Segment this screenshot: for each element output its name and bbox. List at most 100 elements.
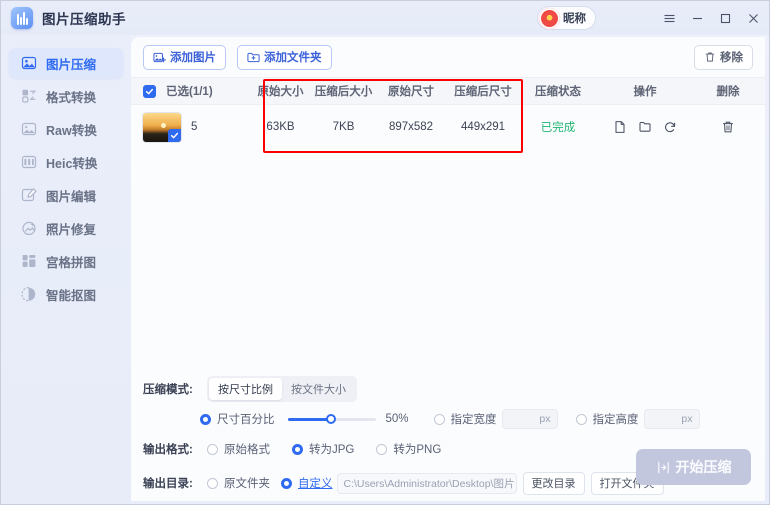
sidebar-item-grid-collage[interactable]: 宫格拼图 <box>9 246 123 276</box>
sidebar-item-label: 智能抠图 <box>46 288 97 303</box>
scale-percent-value: 50% <box>385 413 409 425</box>
sidebar-item-image-edit[interactable]: 图片编辑 <box>9 180 123 210</box>
header-selection: 已选(1/1) <box>131 83 249 99</box>
remove-button[interactable]: 移除 <box>694 44 753 70</box>
add-folder-label: 添加文件夹 <box>264 52 322 64</box>
close-icon[interactable] <box>739 3 767 33</box>
specify-height-label: 指定高度 <box>592 414 639 426</box>
remove-label: 移除 <box>720 52 743 64</box>
header-compressed-dimension: 压缩后尺寸 <box>454 86 512 98</box>
dir-custom-label[interactable]: 自定义 <box>298 475 333 491</box>
dir-original-label: 原文件夹 <box>224 478 270 490</box>
compression-mode-label: 压缩模式: <box>143 384 193 396</box>
user-avatar-icon <box>541 9 558 27</box>
sidebar-item-label: 图片编辑 <box>46 189 97 204</box>
selection-count-label: 已选(1/1) <box>166 86 213 98</box>
select-all-checkbox[interactable] <box>143 84 156 98</box>
sidebar-item-photo-repair[interactable]: 照片修复 <box>9 213 123 243</box>
table-row[interactable]: 5 63KB 7KB 897x582 449x291 已完成 <box>131 105 765 149</box>
sidebar-item-format-convert[interactable]: 格式转换 <box>9 81 123 111</box>
scale-row: 尺寸百分比 50% 指定宽度 px 指定高度 px <box>143 404 765 434</box>
scale-percent-label: 尺寸百分比 <box>217 414 275 426</box>
output-directory-label: 输出目录: <box>143 478 193 490</box>
grid-collage-icon <box>20 253 37 270</box>
height-input[interactable]: px <box>643 409 700 429</box>
specify-width-label: 指定宽度 <box>450 414 497 426</box>
specify-width-radio[interactable] <box>433 413 445 425</box>
main-panel: 添加图片 添加文件夹 移除 已选(1/1) 原始大小 压缩后大小 原始尺寸 压缩… <box>131 37 765 501</box>
trash-icon[interactable] <box>721 120 735 134</box>
sidebar-item-label: 格式转换 <box>46 90 97 105</box>
sidebar-item-smart-cutout[interactable]: 智能抠图 <box>9 279 123 309</box>
open-file-icon[interactable] <box>613 120 627 134</box>
sidebar: 图片压缩 格式转换 Raw转换 Heic转换 图片编辑 照片修复 宫格拼图 智能… <box>1 35 131 504</box>
dir-custom-radio[interactable] <box>281 477 292 489</box>
width-input[interactable]: px <box>501 409 558 429</box>
add-image-icon <box>153 51 166 64</box>
format-original-radio[interactable] <box>207 443 218 455</box>
format-png-radio[interactable] <box>376 443 388 455</box>
output-path-input[interactable]: C:\Users\Administrator\Desktop\图片 <box>336 472 517 494</box>
row-operations <box>597 120 693 134</box>
row-filename: 5 <box>191 121 198 133</box>
page-title: 图片压缩助手 <box>42 12 126 27</box>
row-delete-cell <box>693 120 763 134</box>
status-badge: 已完成 <box>540 122 576 134</box>
options-panel: 压缩模式: 按尺寸比例 按文件大小 尺寸百分比 50% 指定宽度 px 指定高度… <box>131 362 765 501</box>
sidebar-item-raw-convert[interactable]: Raw转换 <box>9 114 123 144</box>
header-operation: 操作 <box>633 86 657 98</box>
sidebar-item-label: Raw转换 <box>46 123 97 138</box>
row-selection-cell: 5 <box>131 112 249 142</box>
slider-handle[interactable] <box>325 414 336 424</box>
file-table: 已选(1/1) 原始大小 压缩后大小 原始尺寸 压缩后尺寸 压缩状态 操作 删除 <box>131 77 765 149</box>
height-unit: px <box>681 413 693 425</box>
add-image-button[interactable]: 添加图片 <box>143 44 226 70</box>
width-unit: px <box>539 413 551 425</box>
format-png-label: 转为PNG <box>393 444 442 456</box>
scale-percent-radio[interactable] <box>200 413 211 425</box>
header-status: 压缩状态 <box>535 86 581 98</box>
row-original-dimension: 897x582 <box>388 121 434 133</box>
table-header: 已选(1/1) 原始大小 压缩后大小 原始尺寸 压缩后尺寸 压缩状态 操作 删除 <box>131 77 765 105</box>
raw-convert-icon <box>20 121 37 138</box>
row-checkbox[interactable] <box>168 128 181 142</box>
specify-height-radio[interactable] <box>575 413 587 425</box>
format-jpg-label: 转为JPG <box>309 444 355 456</box>
user-name: 昵称 <box>563 13 586 25</box>
user-chip[interactable]: 昵称 <box>538 7 595 29</box>
sunset-thumbnail[interactable] <box>143 112 181 142</box>
format-jpg-radio[interactable] <box>292 443 303 455</box>
sidebar-item-heic-convert[interactable]: Heic转换 <box>9 147 123 177</box>
start-compress-label: 开始压缩 <box>675 459 732 475</box>
mode-by-filesize-tab[interactable]: 按文件大小 <box>282 378 355 400</box>
title-bar: 图片压缩助手 昵称 <box>1 1 769 35</box>
sidebar-item-label: 图片压缩 <box>46 57 97 72</box>
minimize-icon[interactable] <box>683 3 711 33</box>
photo-repair-icon <box>20 220 37 237</box>
header-original-dimension: 原始尺寸 <box>388 86 434 98</box>
row-original-size: 63KB <box>266 121 295 133</box>
mode-by-ratio-tab[interactable]: 按尺寸比例 <box>209 378 282 400</box>
row-compressed-dimension: 449x291 <box>460 121 506 133</box>
add-folder-button[interactable]: 添加文件夹 <box>237 44 332 70</box>
start-compress-button[interactable]: 开始压缩 <box>636 449 751 485</box>
sidebar-item-image-compress[interactable]: 图片压缩 <box>9 48 123 78</box>
scale-slider[interactable] <box>287 413 376 425</box>
format-convert-icon <box>20 88 37 105</box>
compress-start-icon <box>656 460 671 475</box>
open-folder-icon[interactable] <box>638 120 652 134</box>
recompress-icon[interactable] <box>663 120 677 134</box>
sidebar-item-label: 宫格拼图 <box>46 255 97 270</box>
change-directory-button[interactable]: 更改目录 <box>522 471 585 495</box>
header-delete: 删除 <box>716 86 740 98</box>
maximize-icon[interactable] <box>711 3 739 33</box>
sidebar-item-label: Heic转换 <box>46 156 98 171</box>
header-compressed-size: 压缩后大小 <box>314 86 373 98</box>
dir-original-radio[interactable] <box>207 477 218 489</box>
menu-icon[interactable] <box>655 3 683 33</box>
format-original-label: 原始格式 <box>224 444 270 456</box>
smart-cutout-icon <box>20 286 37 303</box>
compress-app-icon <box>11 7 33 29</box>
add-image-label: 添加图片 <box>170 52 216 64</box>
compression-mode-segment: 按尺寸比例 按文件大小 <box>207 376 357 402</box>
